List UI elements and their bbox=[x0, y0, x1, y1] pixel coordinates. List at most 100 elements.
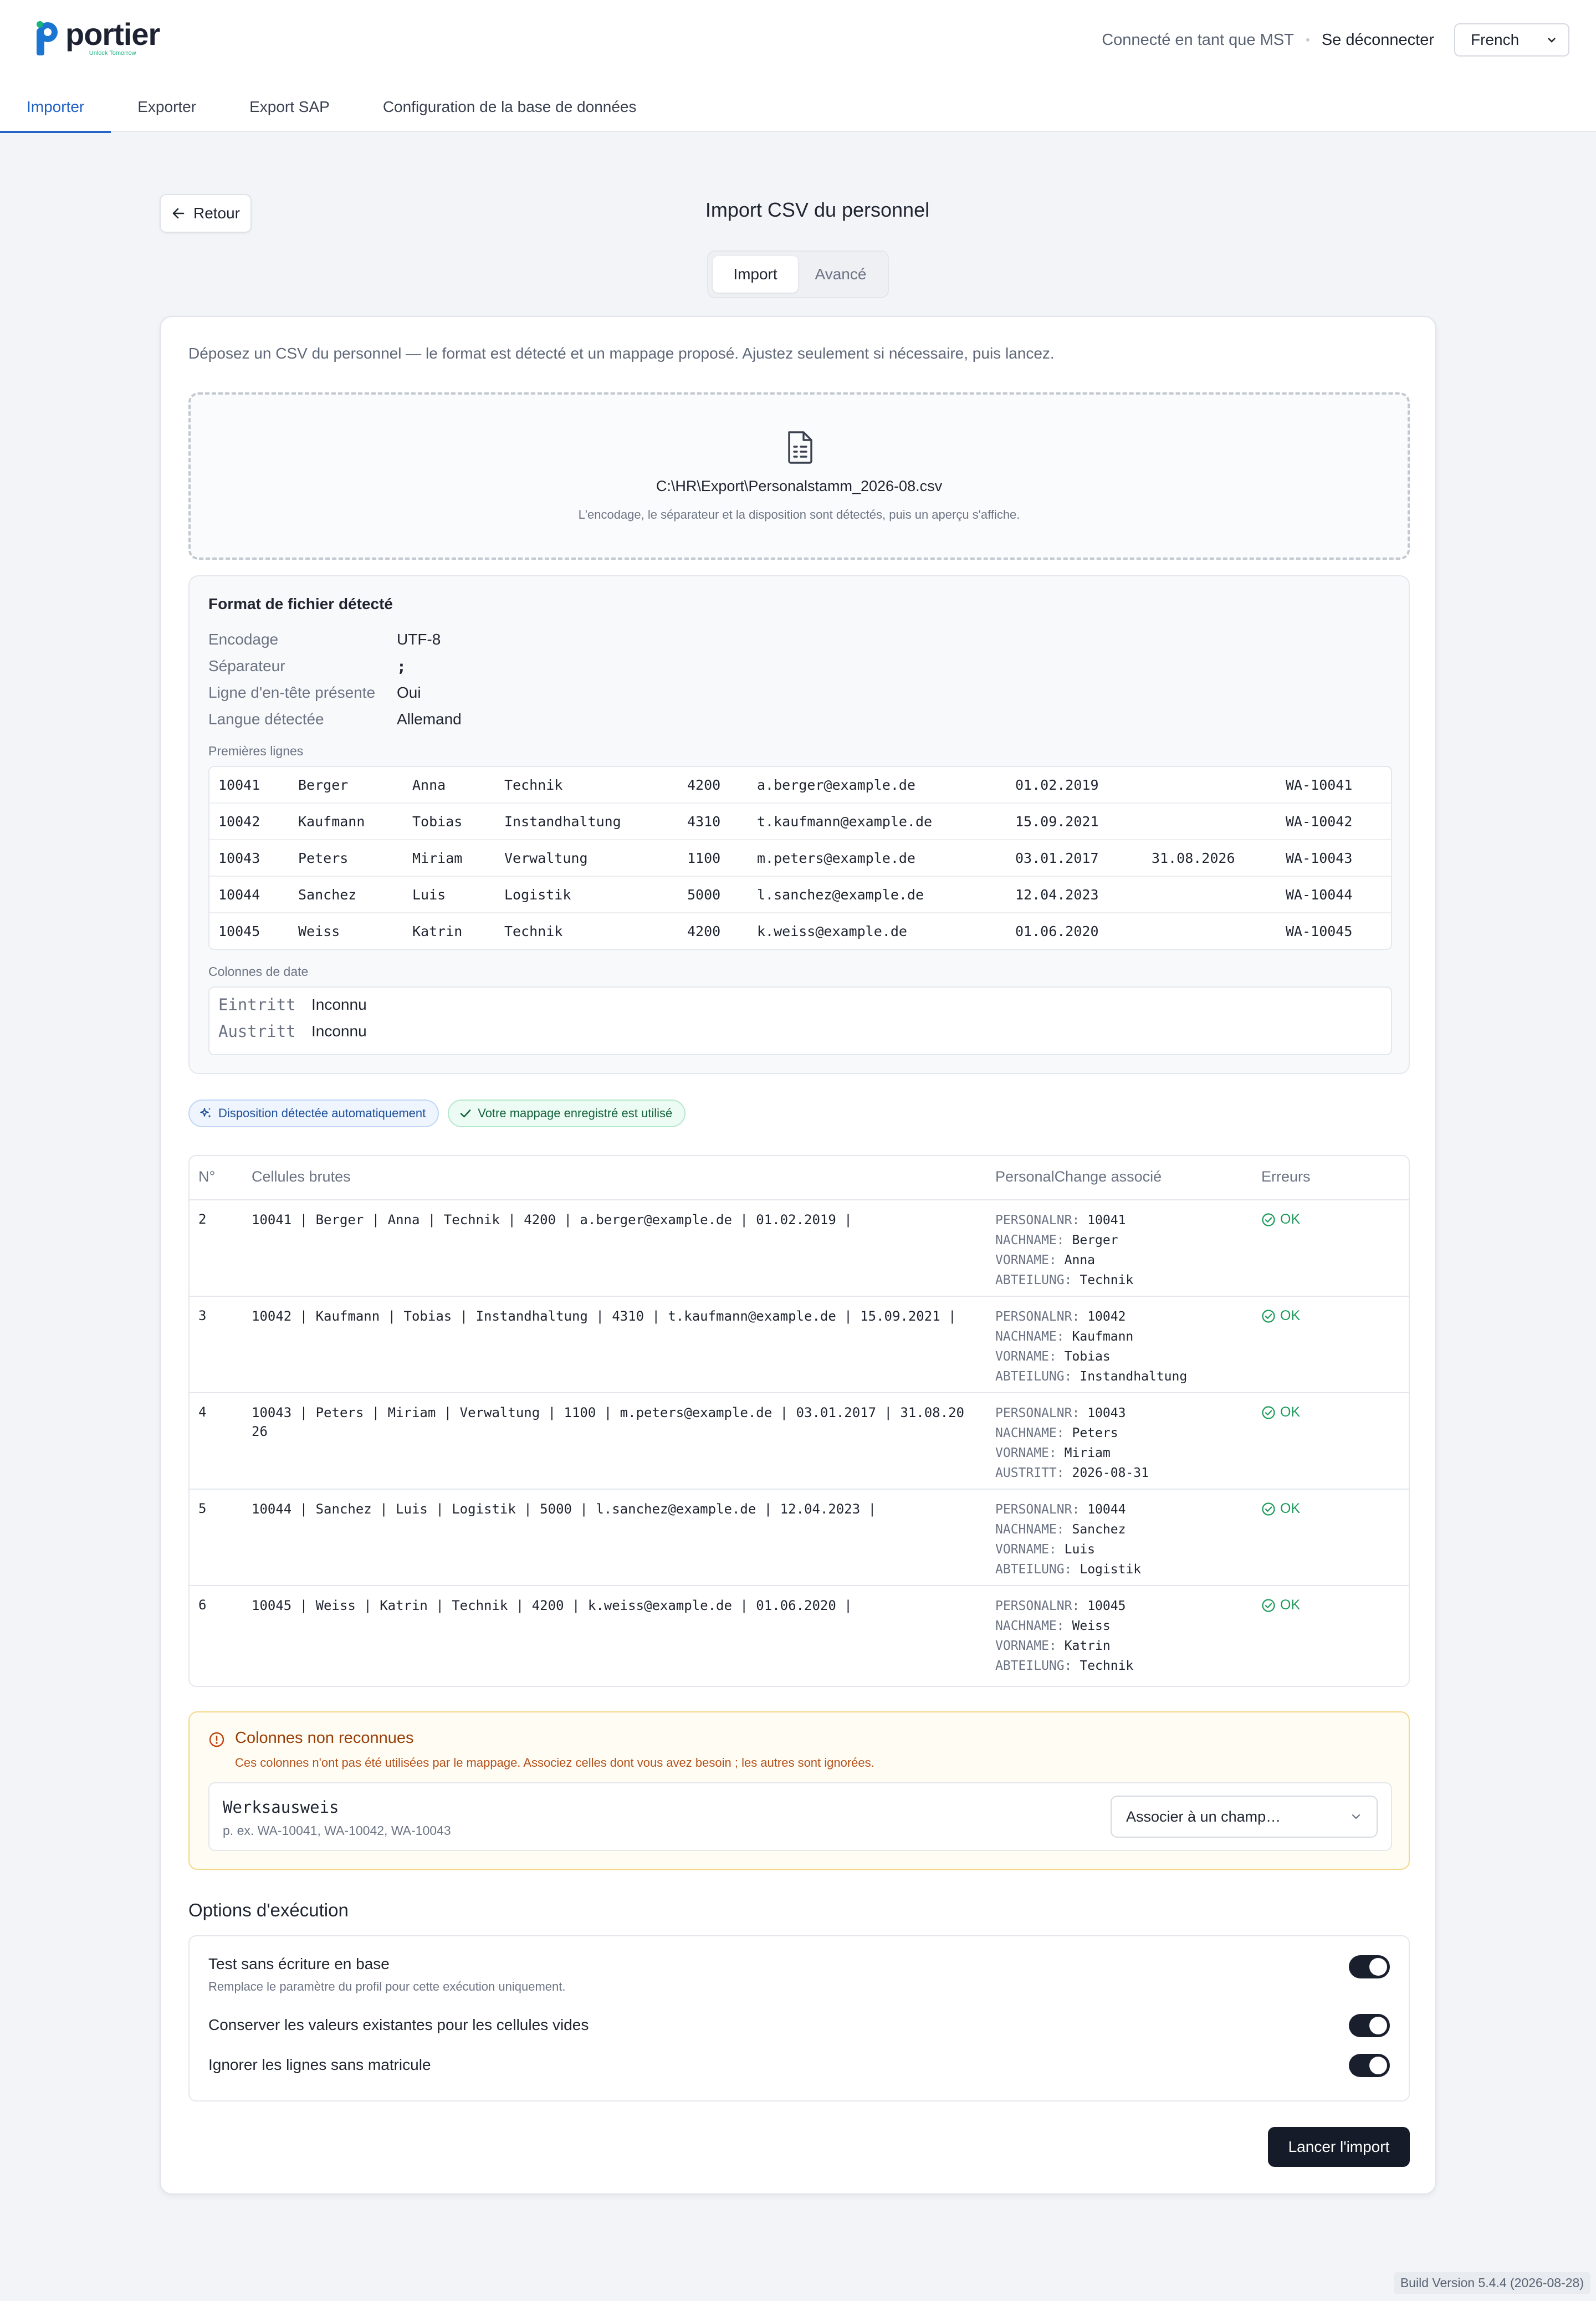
dropzone-hint: L'encodage, le séparateur et la disposit… bbox=[578, 508, 1020, 521]
separator-dot bbox=[1306, 38, 1309, 42]
logout-link[interactable]: Se déconnecter bbox=[1322, 31, 1434, 49]
format-field-separator: Séparateur ; bbox=[208, 657, 406, 676]
field-value: Katrin bbox=[1064, 1639, 1111, 1653]
preview-cell: Luis bbox=[412, 887, 446, 903]
auto-layout-chip: Disposition détectée automatiquement bbox=[188, 1100, 439, 1127]
main-nav-tabs: Importer Exporter Export SAP Configurati… bbox=[0, 82, 663, 133]
preview-row: 10044 Sanchez Luis Logistik 5000 l.sanch… bbox=[209, 877, 1391, 913]
field-key: NACHNAME: bbox=[995, 1426, 1065, 1440]
dry-run-toggle[interactable] bbox=[1349, 1955, 1390, 1978]
format-field-value: UTF-8 bbox=[397, 631, 441, 648]
back-button-label: Retour bbox=[193, 204, 241, 222]
date-column-format: Inconnu bbox=[311, 1022, 367, 1040]
mode-tab-advanced[interactable]: Avancé bbox=[798, 256, 883, 293]
field-value: Peters bbox=[1072, 1426, 1118, 1440]
format-field-value: ; bbox=[397, 657, 406, 676]
date-column-austritt: Austritt Inconnu bbox=[218, 1022, 367, 1041]
preview-cell: WA-10041 bbox=[1286, 777, 1353, 793]
preview-cell: m.peters@example.de bbox=[757, 850, 915, 866]
chevron-down-icon bbox=[1548, 38, 1556, 43]
status-chips: Disposition détectée automatiquement Vot… bbox=[188, 1100, 694, 1127]
arrow-left-icon bbox=[172, 208, 185, 219]
preview-cell: Katrin bbox=[412, 923, 463, 939]
mapped-fields: PERSONALNR: 10041 NACHNAME: Berger VORNA… bbox=[995, 1210, 1133, 1290]
field-key: PERSONALNR: bbox=[995, 1599, 1080, 1613]
file-dropzone[interactable]: C:\HR\Export\Personalstamm_2026-08.csv L… bbox=[188, 392, 1410, 560]
chevron-down-icon bbox=[1352, 1814, 1360, 1819]
field-value: Anna bbox=[1064, 1253, 1096, 1267]
preview-cell: 4310 bbox=[687, 814, 721, 830]
tab-export-sap[interactable]: Export SAP bbox=[223, 82, 356, 132]
preview-cell: Instandhaltung bbox=[504, 814, 621, 830]
field-value: Instandhaltung bbox=[1080, 1369, 1188, 1384]
field-key: PERSONALNR: bbox=[995, 1502, 1080, 1517]
unrecognized-column-name: Werksausweis bbox=[223, 1798, 339, 1817]
unrecognized-columns-panel: Colonnes non reconnues Ces colonnes n'on… bbox=[188, 1711, 1410, 1870]
row-status: OK bbox=[1261, 1404, 1300, 1420]
preview-cell: k.weiss@example.de bbox=[757, 923, 907, 939]
field-key: ABTEILUNG: bbox=[995, 1659, 1072, 1673]
format-field-language: Langue détectée Allemand bbox=[208, 710, 462, 728]
field-key: VORNAME: bbox=[995, 1253, 1057, 1267]
check-circle-icon bbox=[1262, 1405, 1275, 1419]
row-status: OK bbox=[1261, 1597, 1300, 1613]
format-field-value: Oui bbox=[397, 684, 421, 701]
mode-tab-import[interactable]: Import bbox=[713, 256, 798, 293]
back-button[interactable]: Retour bbox=[160, 194, 252, 233]
map-to-field-select[interactable]: Associer à un champ… bbox=[1111, 1796, 1378, 1838]
table-row: 4 10043 | Peters | Miriam | Verwaltung |… bbox=[190, 1393, 1409, 1490]
format-field-value: Allemand bbox=[397, 710, 462, 728]
table-row: 2 10041 | Berger | Anna | Technik | 4200… bbox=[190, 1200, 1409, 1297]
field-value: Logistik bbox=[1080, 1562, 1142, 1577]
table-row: 5 10044 | Sanchez | Luis | Logistik | 50… bbox=[190, 1490, 1409, 1586]
info-circle-icon bbox=[209, 1732, 224, 1747]
table-header: N° Cellules brutes PersonalChange associ… bbox=[190, 1156, 1409, 1200]
column-header-num: N° bbox=[198, 1168, 216, 1185]
preview-cell: Miriam bbox=[412, 850, 463, 866]
preview-cell: WA-10045 bbox=[1286, 923, 1353, 939]
date-columns-box: Eintritt Inconnu Austritt Inconnu bbox=[208, 986, 1392, 1055]
preview-cell: 10042 bbox=[218, 814, 260, 830]
preview-cell: a.berger@example.de bbox=[757, 777, 915, 793]
import-card: Déposez un CSV du personnel — le format … bbox=[160, 316, 1436, 2195]
raw-cells: 10044 | Sanchez | Luis | Logistik | 5000… bbox=[252, 1501, 877, 1517]
field-value: 10042 bbox=[1087, 1310, 1126, 1324]
preview-cell: WA-10043 bbox=[1286, 850, 1353, 866]
raw-cells: 10045 | Weiss | Katrin | Technik | 4200 … bbox=[252, 1598, 852, 1613]
preview-cell: t.kaufmann@example.de bbox=[757, 814, 933, 830]
preview-cell: l.sanchez@example.de bbox=[757, 887, 924, 903]
tab-database-config[interactable]: Configuration de la base de données bbox=[356, 82, 663, 132]
portier-logo[interactable]: portier Unlock Tomorrow bbox=[34, 17, 160, 59]
table-row: 6 10045 | Weiss | Katrin | Technik | 420… bbox=[190, 1586, 1409, 1683]
page-title: Import CSV du personnel bbox=[705, 198, 930, 221]
launch-import-button[interactable]: Lancer l'import bbox=[1268, 2127, 1410, 2167]
keep-existing-toggle[interactable] bbox=[1349, 2014, 1390, 2037]
preview-cell: 01.02.2019 bbox=[1015, 777, 1099, 793]
tab-exporter[interactable]: Exporter bbox=[111, 82, 223, 132]
auto-layout-chip-label: Disposition détectée automatiquement bbox=[218, 1106, 426, 1120]
date-column-name: Eintritt bbox=[218, 995, 296, 1014]
mode-segmented-control: Import Avancé bbox=[707, 250, 889, 298]
tab-importer[interactable]: Importer bbox=[0, 82, 111, 133]
preview-cell: 10045 bbox=[218, 923, 260, 939]
logo-text: portier bbox=[65, 17, 160, 52]
preview-cell: 4200 bbox=[687, 923, 721, 939]
language-select[interactable]: French bbox=[1454, 23, 1569, 57]
preview-cell: 10041 bbox=[218, 777, 260, 793]
field-value: Sanchez bbox=[1072, 1522, 1126, 1537]
build-version: Build Version 5.4.4 (2026-08-28) bbox=[1393, 2272, 1590, 2294]
language-select-value: French bbox=[1471, 31, 1520, 48]
option-dry-run: Test sans écriture en base Remplace le p… bbox=[208, 1955, 1390, 1994]
raw-cells: 10041 | Berger | Anna | Technik | 4200 |… bbox=[252, 1212, 852, 1228]
date-columns-label: Colonnes de date bbox=[208, 964, 309, 979]
skip-no-id-toggle[interactable] bbox=[1349, 2054, 1390, 2077]
field-value: 10045 bbox=[1087, 1599, 1126, 1613]
row-number: 6 bbox=[198, 1597, 207, 1613]
first-lines-preview: 10041 Berger Anna Technik 4200 a.berger@… bbox=[208, 766, 1392, 950]
mapped-fields: PERSONALNR: 10042 NACHNAME: Kaufmann VOR… bbox=[995, 1307, 1187, 1387]
preview-cell: Sanchez bbox=[298, 887, 357, 903]
preview-cell: 15.09.2021 bbox=[1015, 814, 1099, 830]
date-column-format: Inconnu bbox=[311, 996, 367, 1013]
connected-as-text: Connecté en tant que MST bbox=[1102, 30, 1294, 49]
check-circle-icon bbox=[1262, 1598, 1275, 1612]
